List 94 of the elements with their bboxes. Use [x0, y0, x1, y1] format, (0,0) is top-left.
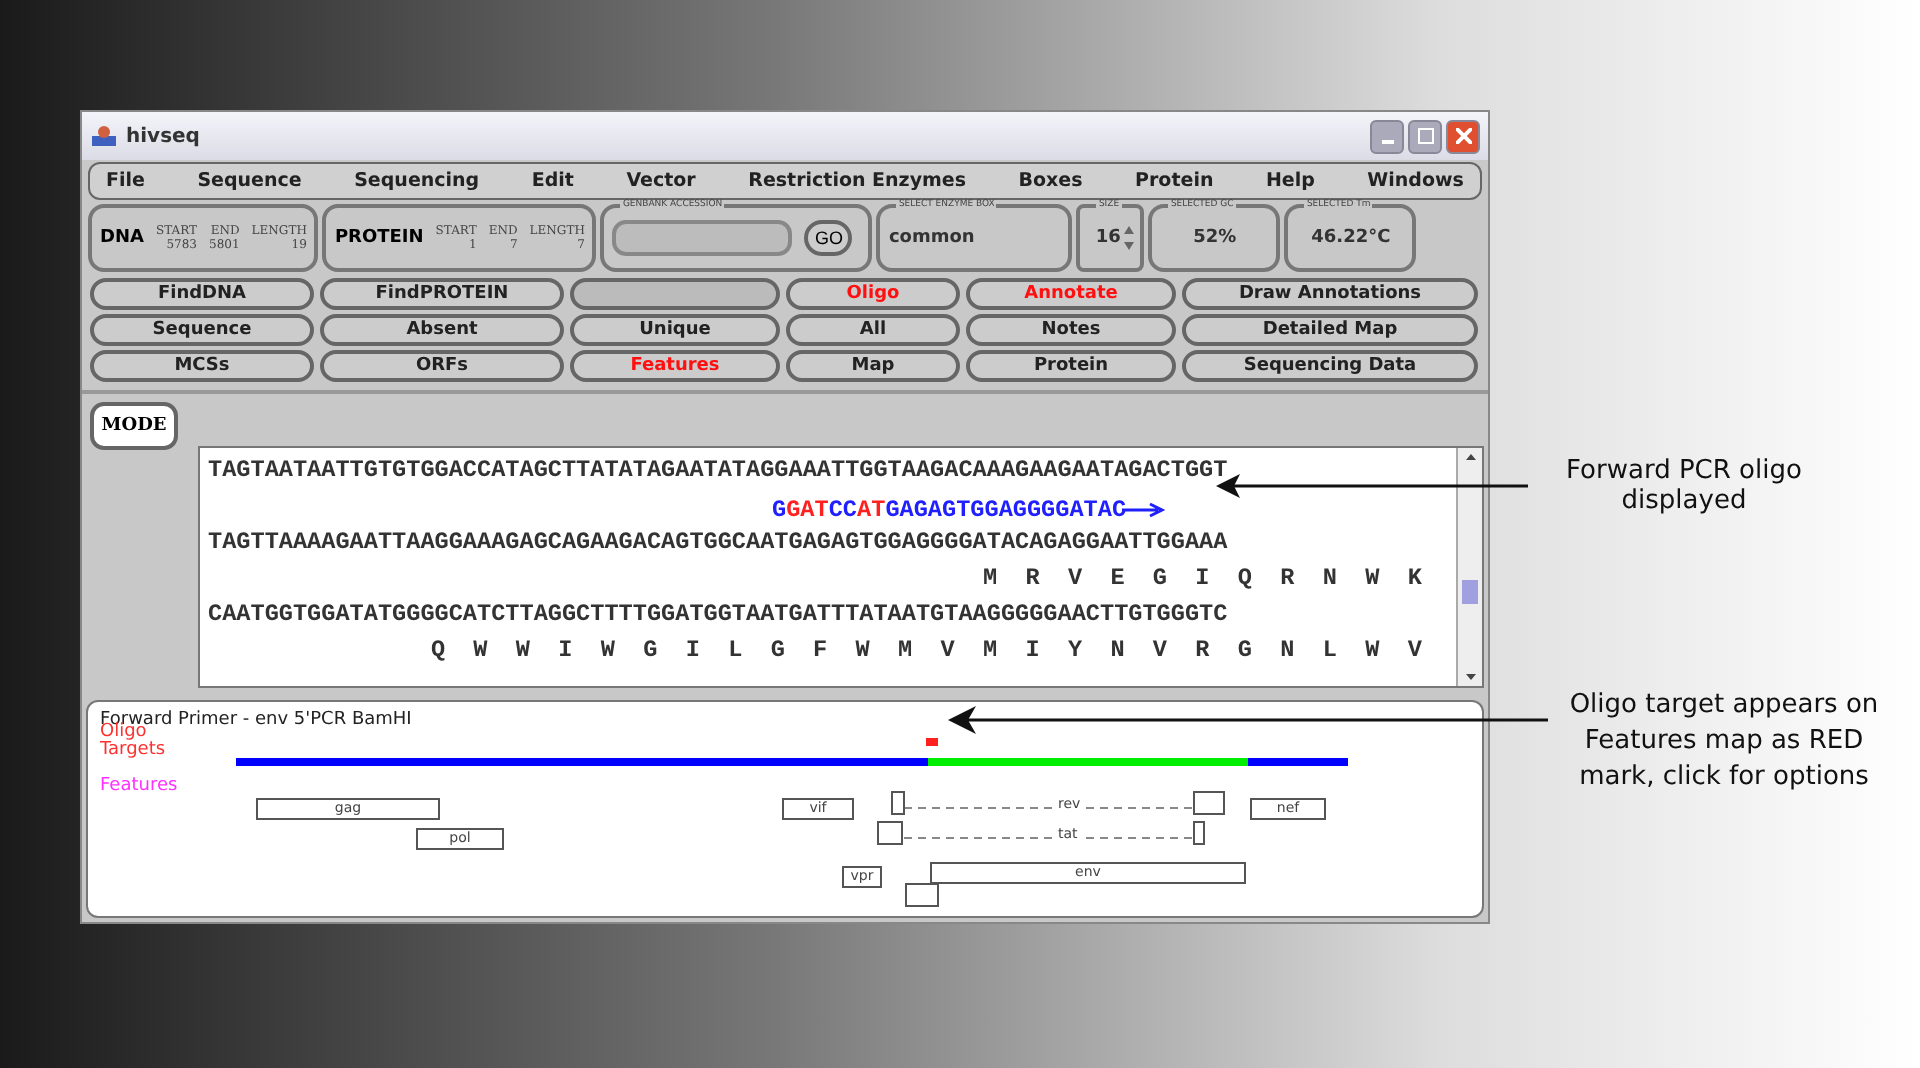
feature-box[interactable]	[905, 883, 939, 907]
window-title: hivseq	[126, 125, 200, 147]
minimize-button[interactable]	[1370, 119, 1404, 153]
amino-acid: I	[683, 634, 702, 668]
tool-button[interactable]: ORFs	[320, 350, 564, 382]
tool-button[interactable]: Sequencing Data	[1182, 350, 1478, 382]
amino-acid: R	[1023, 562, 1042, 596]
size-value[interactable]: 16	[1084, 228, 1121, 248]
amino-acid: Q	[1235, 562, 1254, 596]
mode-button[interactable]: MODE	[90, 402, 178, 450]
scrollbar[interactable]	[1456, 448, 1482, 686]
menu-item[interactable]: Protein	[1135, 170, 1214, 192]
amino-acid: F	[811, 634, 830, 668]
amino-acid: W	[1363, 634, 1382, 668]
tool-button[interactable]: FindDNA	[90, 278, 314, 310]
amino-acid: V	[1065, 562, 1085, 596]
amino-acid: N	[1278, 634, 1297, 668]
menu-item[interactable]: Help	[1265, 170, 1315, 192]
amino-acid: L	[726, 634, 745, 668]
spin-up-icon[interactable]	[1122, 222, 1137, 238]
tool-button[interactable]: Sequence	[90, 314, 314, 346]
tool-button[interactable]: Protein	[966, 350, 1176, 382]
enzyme-value[interactable]: common	[888, 228, 1061, 248]
tool-button[interactable]: Draw Annotations	[1182, 278, 1478, 310]
amino-acid: W	[1363, 562, 1382, 596]
track-label: Oligo	[100, 722, 147, 742]
menu-item[interactable]: Sequence	[197, 170, 302, 192]
track-label: Targets	[100, 740, 166, 760]
feature-box[interactable]	[891, 791, 905, 815]
amino-acid: I	[1193, 562, 1212, 596]
go-button[interactable]: GO	[804, 220, 853, 256]
amino-acid: E	[1108, 562, 1127, 596]
amino-acid: G	[1235, 634, 1254, 668]
menu-item[interactable]: Windows	[1367, 170, 1464, 192]
menu-item[interactable]: Restriction Enzymes	[748, 170, 967, 192]
maximize-icon	[1417, 128, 1433, 144]
accession-field[interactable]	[612, 220, 793, 256]
tool-button[interactable]: FindPROTEIN	[320, 278, 564, 310]
amino-acid: I	[1023, 634, 1042, 668]
spin-down-icon[interactable]	[1122, 238, 1137, 254]
panel-label: PROTEIN	[334, 228, 424, 248]
feature-box[interactable]	[877, 821, 903, 845]
tool-button[interactable]: Detailed Map	[1182, 314, 1478, 346]
amino-acid: W	[513, 634, 532, 668]
callout-text: Forward PCR oligo displayed	[1564, 456, 1804, 516]
amino-acid: R	[1193, 634, 1212, 668]
amino-acid: V	[1150, 634, 1170, 668]
amino-acid: L	[1320, 634, 1339, 668]
dna-sequence: CAATGGTGGATATGGGGCATCTTAGGCTTTTGGATGGTAATGATTTATAATGTAAGGGGGAACTTGTGGGTC	[208, 598, 1230, 632]
track-label: Features	[100, 776, 178, 796]
amino-acid: N	[1320, 562, 1339, 596]
app-icon	[90, 124, 118, 148]
amino-acid: Y	[1065, 634, 1085, 668]
dna-sequence: TAGTAATAATTGTGTGGACCATAGCTTATATAGAATATAGGAAATTGGTAAGACAAAGAAGAATAGACTGGT	[208, 454, 1230, 488]
maximize-button[interactable]	[1408, 119, 1442, 153]
feature-box[interactable]	[1193, 821, 1205, 845]
tool-button[interactable]: Unique	[570, 314, 780, 346]
amino-acid: G	[641, 634, 660, 668]
stat-value: 46.22°C	[1309, 228, 1393, 248]
scroll-thumb[interactable]	[1462, 579, 1478, 604]
tool-button[interactable]: Map	[786, 350, 960, 382]
amino-acid: V	[1405, 634, 1424, 668]
amino-acid: W	[853, 634, 872, 668]
close-button[interactable]	[1446, 119, 1480, 153]
menu-item[interactable]: Sequencing	[354, 170, 480, 192]
amino-acid: R	[1278, 562, 1297, 596]
amino-acid: W	[598, 634, 617, 668]
amino-acid: M	[980, 562, 1000, 596]
close-icon	[1455, 128, 1471, 144]
amino-acid: W	[471, 634, 490, 668]
dna-sequence: TAGTTAAAAGAATTAAGGAAAGAGCAGAAGACAGTGGCAATGAGAGTGGAGGGGATACAGAGGAATTGGAAA	[208, 526, 1230, 560]
tool-button[interactable]: MCSs	[90, 350, 314, 382]
amino-acid: M	[980, 634, 1000, 668]
callout-text: Oligo target appears on Features map as RED mark, click for options	[1567, 688, 1881, 796]
tool-button[interactable]: Notes	[966, 314, 1176, 346]
amino-acid: G	[1150, 562, 1170, 596]
amino-acid: I	[556, 634, 575, 668]
arrow-icon	[1122, 502, 1167, 518]
oligo-sequence: GGATCCATGAGAGTGGAGGGGATAC	[772, 496, 1127, 524]
stat-value: 52%	[1191, 228, 1239, 248]
amino-acid: K	[1405, 562, 1424, 596]
menu-item[interactable]: File	[106, 170, 145, 192]
tool-button[interactable]: Absent	[320, 314, 564, 346]
amino-acid: N	[1108, 634, 1127, 668]
tool-button[interactable]: All	[786, 314, 960, 346]
amino-acid: V	[938, 634, 957, 668]
amino-acid: Q	[428, 634, 448, 668]
amino-acid: G	[768, 634, 787, 668]
feature-box[interactable]	[1193, 791, 1225, 815]
amino-acid: M	[896, 634, 915, 668]
menu-item[interactable]: Boxes	[1018, 170, 1083, 192]
panel-label: DNA	[100, 228, 144, 248]
menu-item[interactable]: Edit	[531, 170, 574, 192]
menu-item[interactable]: Vector	[626, 170, 696, 192]
